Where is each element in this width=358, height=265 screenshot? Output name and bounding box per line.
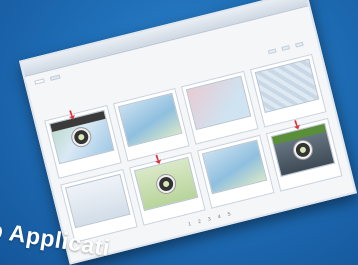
filter-link[interactable]	[295, 41, 304, 48]
disc-icon	[291, 139, 314, 161]
template-thumbnail	[64, 173, 130, 229]
filter-links	[267, 41, 304, 55]
template-thumbnail	[185, 75, 251, 131]
template-thumbnail	[133, 156, 199, 212]
template-tile[interactable]	[249, 53, 327, 128]
template-thumbnail	[254, 58, 320, 114]
template-tile[interactable]	[112, 87, 190, 162]
template-tile[interactable]: ➘	[128, 151, 206, 226]
template-thumbnail	[270, 122, 336, 178]
template-tile[interactable]: ➘	[44, 104, 122, 179]
filter-link[interactable]	[267, 48, 277, 55]
dialog-window: ➘ ➘ ➘ 1 2 3 4 5	[18, 0, 358, 265]
template-grid: ➘ ➘ ➘	[44, 53, 343, 243]
template-thumbnail	[201, 139, 267, 195]
template-tile[interactable]	[180, 70, 259, 145]
template-tile[interactable]: ➘	[265, 116, 343, 192]
tab-second[interactable]	[49, 74, 61, 81]
template-thumbnail	[49, 109, 115, 165]
template-thumbnail	[117, 92, 183, 148]
disc-icon	[154, 173, 177, 195]
template-tile[interactable]	[196, 134, 275, 209]
disc-icon	[70, 126, 93, 148]
filter-link[interactable]	[281, 45, 291, 51]
slide: ➘ ➘ ➘ 1 2 3 4 5 eb Applicati	[0, 0, 358, 265]
tab-first[interactable]	[34, 78, 45, 85]
